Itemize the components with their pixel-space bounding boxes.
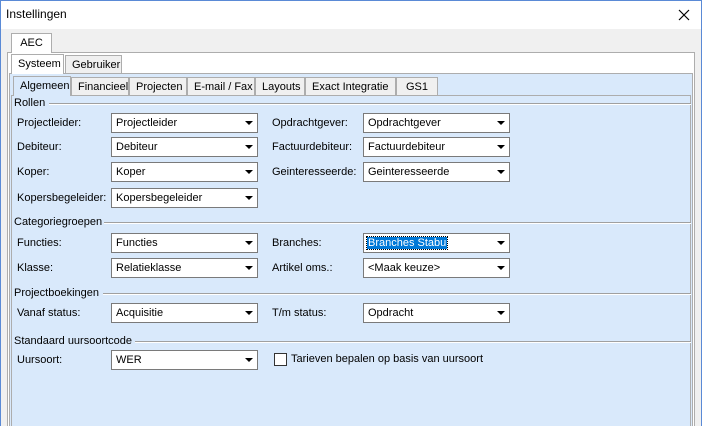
select-value: Projectleider xyxy=(116,117,178,129)
chevron-down-icon xyxy=(245,241,253,245)
select-value: Opdracht xyxy=(368,307,414,319)
window-title: Instellingen xyxy=(6,7,67,21)
dropdown-button[interactable] xyxy=(240,351,257,369)
label-geinteresseerde: Geinteresseerde: xyxy=(272,166,357,178)
chevron-down-icon xyxy=(245,145,253,149)
group-label-projectboekingen: Projectboekingen xyxy=(14,287,100,299)
klasse-select[interactable]: Relatieklasse xyxy=(111,258,258,278)
functies-select[interactable]: Functies xyxy=(111,233,258,253)
tab-gebruiker[interactable]: Gebruiker xyxy=(65,55,122,74)
tab-aec[interactable]: AEC xyxy=(11,33,52,53)
close-button[interactable] xyxy=(673,4,695,26)
chevron-down-icon xyxy=(497,145,505,149)
label-factuurdebiteur: Factuurdebiteur: xyxy=(272,141,353,153)
settings-window: Instellingen AEC Systeem Gebruiker Algem… xyxy=(0,0,702,426)
select-value: Functies xyxy=(116,237,158,249)
chevron-down-icon xyxy=(497,121,505,125)
uursoort-select[interactable]: WER xyxy=(111,350,258,370)
chevron-down-icon xyxy=(497,170,505,174)
branches-select[interactable]: Branches Stabu xyxy=(363,233,510,253)
tab-exact-integratie[interactable]: Exact Integratie xyxy=(305,77,396,96)
select-value: Opdrachtgever xyxy=(368,117,441,129)
chevron-down-icon xyxy=(245,358,253,362)
label-uursoort: Uursoort: xyxy=(17,354,63,366)
client-area: AEC Systeem Gebruiker Algemeen Financiee… xyxy=(1,29,701,426)
chevron-down-icon xyxy=(245,266,253,270)
select-value: Acquisitie xyxy=(116,307,164,319)
group-divider xyxy=(49,103,691,105)
group-divider xyxy=(135,341,691,343)
tab-gs1[interactable]: GS1 xyxy=(396,77,438,96)
dropdown-button[interactable] xyxy=(240,234,257,252)
projectleider-select[interactable]: Projectleider xyxy=(111,113,258,133)
label-branches: Branches: xyxy=(272,237,322,249)
label-projectleider: Projectleider: xyxy=(17,117,82,129)
chevron-down-icon xyxy=(245,311,253,315)
tab-financieel[interactable]: Financieel xyxy=(71,77,129,96)
tm-status-select[interactable]: Opdracht xyxy=(363,303,510,323)
close-icon xyxy=(678,9,690,21)
label-functies: Functies: xyxy=(17,237,62,249)
dropdown-button[interactable] xyxy=(240,138,257,156)
dropdown-button[interactable] xyxy=(492,234,509,252)
dropdown-button[interactable] xyxy=(240,163,257,181)
dropdown-button[interactable] xyxy=(492,259,509,277)
dropdown-button[interactable] xyxy=(492,163,509,181)
koper-select[interactable]: Koper xyxy=(111,162,258,182)
group-divider xyxy=(104,222,691,224)
kopersbegeleider-select[interactable]: Kopersbegeleider xyxy=(111,188,258,208)
artikel-oms-select[interactable]: <Maak keuze> xyxy=(363,258,510,278)
tab-email-fax[interactable]: E-mail / Fax xyxy=(187,77,255,96)
select-value: WER xyxy=(116,354,142,366)
group-label-categoriegroepen: Categoriegroepen xyxy=(14,216,103,228)
select-value: Branches Stabu xyxy=(365,236,449,250)
group-divider xyxy=(103,293,691,295)
label-koper: Koper: xyxy=(17,166,50,178)
group-label-rollen: Rollen xyxy=(14,97,46,109)
chevron-down-icon xyxy=(497,266,505,270)
select-value: Factuurdebiteur xyxy=(368,141,446,153)
select-value: <Maak keuze> xyxy=(368,262,441,274)
dropdown-button[interactable] xyxy=(240,259,257,277)
label-vanaf-status: Vanaf status: xyxy=(17,307,81,319)
vanaf-status-select[interactable]: Acquisitie xyxy=(111,303,258,323)
dropdown-button[interactable] xyxy=(492,114,509,132)
chevron-down-icon xyxy=(497,311,505,315)
tab-systeem[interactable]: Systeem xyxy=(11,54,64,74)
factuurdebiteur-select[interactable]: Factuurdebiteur xyxy=(363,137,510,157)
title-bar: Instellingen xyxy=(1,1,701,29)
tab-projecten[interactable]: Projecten xyxy=(129,77,187,96)
tab-algemeen[interactable]: Algemeen xyxy=(13,76,71,96)
tarieven-checkbox[interactable] xyxy=(274,353,287,366)
label-artikel-oms: Artikel oms.: xyxy=(272,262,333,274)
select-value: Kopersbegeleider xyxy=(116,192,203,204)
opdrachtgever-select[interactable]: Opdrachtgever xyxy=(363,113,510,133)
select-value: Koper xyxy=(116,166,146,178)
dropdown-button[interactable] xyxy=(240,304,257,322)
label-klasse: Klasse: xyxy=(17,262,54,274)
tab-layouts[interactable]: Layouts xyxy=(255,77,305,96)
label-opdrachtgever: Opdrachtgever: xyxy=(272,117,348,129)
select-value: Relatieklasse xyxy=(116,262,182,274)
group-label-uursoort: Standaard uursoortcode xyxy=(14,335,133,347)
chevron-down-icon xyxy=(497,241,505,245)
tarieven-checkbox-label[interactable]: Tarieven bepalen op basis van uursoort xyxy=(291,353,483,365)
label-kopersbegeleider: Kopersbegeleider: xyxy=(17,192,107,204)
dropdown-button[interactable] xyxy=(240,114,257,132)
dropdown-button[interactable] xyxy=(240,189,257,207)
label-debiteur: Debiteur: xyxy=(17,141,62,153)
debiteur-select[interactable]: Debiteur xyxy=(111,137,258,157)
chevron-down-icon xyxy=(245,121,253,125)
dropdown-button[interactable] xyxy=(492,304,509,322)
chevron-down-icon xyxy=(245,196,253,200)
dropdown-button[interactable] xyxy=(492,138,509,156)
chevron-down-icon xyxy=(245,170,253,174)
label-tm-status: T/m status: xyxy=(272,307,327,319)
select-value: Geinteresseerde xyxy=(368,166,450,178)
geinteresseerde-select[interactable]: Geinteresseerde xyxy=(363,162,510,182)
select-value: Debiteur xyxy=(116,141,158,153)
